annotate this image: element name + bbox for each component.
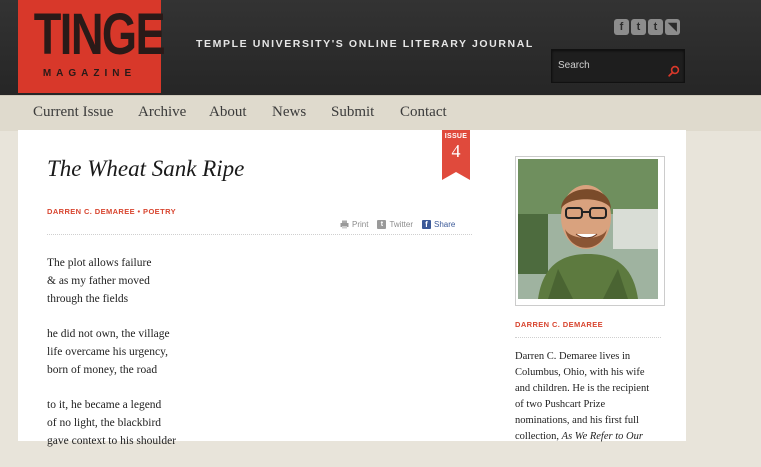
poem-stanza: to it, he became a legend of no light, t… [47, 396, 176, 450]
issue-number: 4 [451, 141, 461, 161]
search-input[interactable] [552, 50, 668, 80]
poem-line: to it, he became a legend [47, 399, 162, 411]
article-byline[interactable]: DARREN C. DEMAREE • POETRY [47, 207, 176, 216]
issue-label: ISSUE [444, 133, 468, 140]
nav-news[interactable]: News [272, 104, 306, 121]
tumblr-icon[interactable]: t [631, 19, 646, 35]
bio-line-prefix: collection, [515, 431, 562, 442]
facebook-share-label: Share [434, 220, 456, 229]
poem-line: through the fields [47, 293, 129, 305]
poem-line: gave context to his shoulder [47, 435, 177, 447]
poem-line: & as my father moved [47, 275, 150, 287]
nav-submit[interactable]: Submit [331, 104, 374, 121]
twitter-share-button[interactable]: t Twitter [377, 220, 413, 229]
twitter-share-icon: t [377, 220, 387, 229]
poem-body: The plot allows failure & as my father m… [47, 254, 176, 467]
book-title[interactable]: As We Refer to Our [562, 431, 643, 442]
author-photo [515, 156, 665, 306]
bio-line: of two Pushcart Prize [515, 399, 606, 410]
print-button[interactable]: Print [340, 220, 368, 229]
poem-stanza: he did not own, the village life overcam… [47, 325, 176, 379]
author-name[interactable]: DARREN C. DEMAREE [515, 320, 603, 329]
nav-archive[interactable]: Archive [138, 104, 186, 121]
site-header: TINGE MAGAZINE TEMPLE UNIVERSITY'S ONLIN… [0, 0, 761, 95]
author-portrait-image [518, 159, 658, 299]
site-tagline: TEMPLE UNIVERSITY'S ONLINE LITERARY JOUR… [196, 38, 534, 50]
twitter-share-label: Twitter [389, 220, 414, 229]
article-title: The Wheat Sank Ripe [47, 156, 245, 181]
content-area: ISSUE 4 The Wheat Sank Ripe DARREN C. DE… [18, 130, 686, 447]
poem-stanza: The plot allows failure & as my father m… [47, 254, 176, 308]
facebook-share-button[interactable]: f Share [422, 220, 455, 229]
issue-badge[interactable]: ISSUE 4 [442, 130, 470, 180]
poem-line: he did not own, the village [47, 328, 170, 340]
logo-title: TINGE [33, 2, 166, 67]
bio-line: Columbus, Ohio, with his wife [515, 367, 645, 378]
print-label: Print [352, 220, 369, 229]
author-divider [515, 337, 661, 338]
facebook-icon[interactable]: f [614, 19, 629, 35]
article-divider [47, 234, 472, 235]
twitter-icon[interactable]: t [648, 19, 663, 35]
nav-contact[interactable]: Contact [400, 104, 447, 121]
bio-line: Darren C. Demaree lives in [515, 351, 631, 362]
search-box [551, 49, 685, 83]
main-nav: Current Issue Archive About News Submit … [0, 95, 761, 131]
author-bio: Darren C. Demaree lives in Columbus, Ohi… [515, 349, 665, 445]
poem-line: born of money, the road [47, 364, 158, 376]
nav-about[interactable]: About [209, 104, 247, 121]
logo-subtitle: MAGAZINE [42, 68, 137, 79]
bio-line: collection, As We Refer to Our [515, 429, 665, 445]
nav-current-issue[interactable]: Current Issue [33, 104, 113, 121]
poem-line: The plot allows failure [47, 257, 152, 269]
bio-line: nominations, and his first full [515, 415, 639, 426]
facebook-share-icon: f [422, 220, 432, 229]
tinge-logo[interactable]: TINGE MAGAZINE [18, 0, 166, 93]
print-icon [340, 220, 349, 229]
rss-icon[interactable]: ◥ [665, 19, 680, 35]
search-icon[interactable] [668, 65, 680, 77]
bio-line: and children. He is the recipient [515, 383, 650, 394]
poem-line: of no light, the blackbird [47, 417, 162, 429]
poem-line: life overcame his urgency, [47, 346, 169, 358]
social-links: f t t ◥ [614, 19, 680, 35]
share-bar: Print t Twitter f Share [340, 220, 455, 229]
